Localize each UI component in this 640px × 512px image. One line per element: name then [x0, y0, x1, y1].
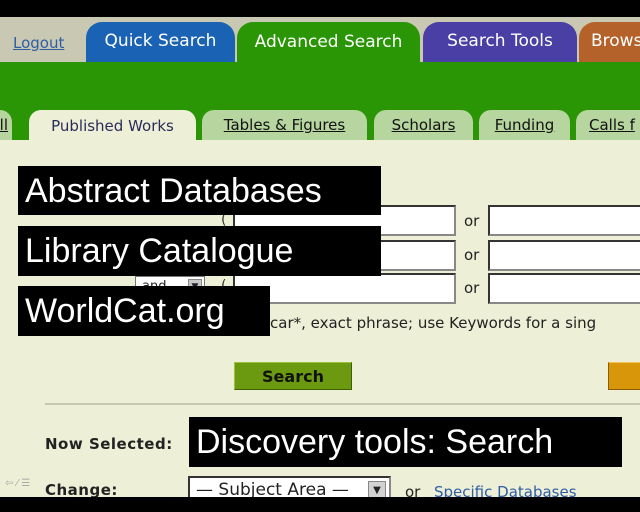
- orange-action-button[interactable]: [608, 362, 640, 390]
- top-black-bar: [0, 0, 640, 17]
- logout-link[interactable]: Logout: [13, 34, 64, 52]
- subtab-calls[interactable]: Calls f: [576, 110, 640, 140]
- nav-arrows-icon: ⇦ ⁄ ☰: [5, 478, 31, 489]
- search-term-input-3b[interactable]: [488, 273, 640, 304]
- subtab-funding[interactable]: Funding: [479, 110, 570, 140]
- bottom-black-bar: [0, 497, 640, 512]
- subtab-tables-figures[interactable]: Tables & Figures: [202, 110, 367, 140]
- search-term-input-1b[interactable]: [488, 205, 640, 236]
- search-term-input-2b[interactable]: [488, 240, 640, 271]
- or-label: or: [464, 279, 480, 297]
- overlay-caption-library-catalogue: Library Catalogue: [18, 226, 381, 276]
- green-header-band: [0, 62, 640, 110]
- now-selected-label: Now Selected:: [45, 435, 173, 453]
- overlay-caption-worldcat: WorldCat.org: [18, 286, 270, 336]
- overlay-caption-abstract-databases: Abstract Databases: [18, 166, 381, 215]
- subtab-scholars[interactable]: Scholars: [374, 110, 473, 140]
- tab-quick-search[interactable]: Quick Search: [86, 22, 235, 62]
- search-button[interactable]: Search: [234, 362, 352, 390]
- tab-advanced-search[interactable]: Advanced Search: [237, 22, 420, 64]
- search-hint-text: car*, exact phrase; use Keywords for a s…: [270, 314, 597, 332]
- or-label: or: [464, 212, 480, 230]
- divider: [45, 403, 640, 405]
- tab-search-tools[interactable]: Search Tools: [423, 22, 577, 62]
- overlay-caption-discovery-tools: Discovery tools: Search: [189, 417, 622, 467]
- or-label: or: [464, 246, 480, 264]
- subtab-published-works[interactable]: Published Works: [29, 110, 196, 142]
- tab-browse[interactable]: Brows: [579, 22, 640, 62]
